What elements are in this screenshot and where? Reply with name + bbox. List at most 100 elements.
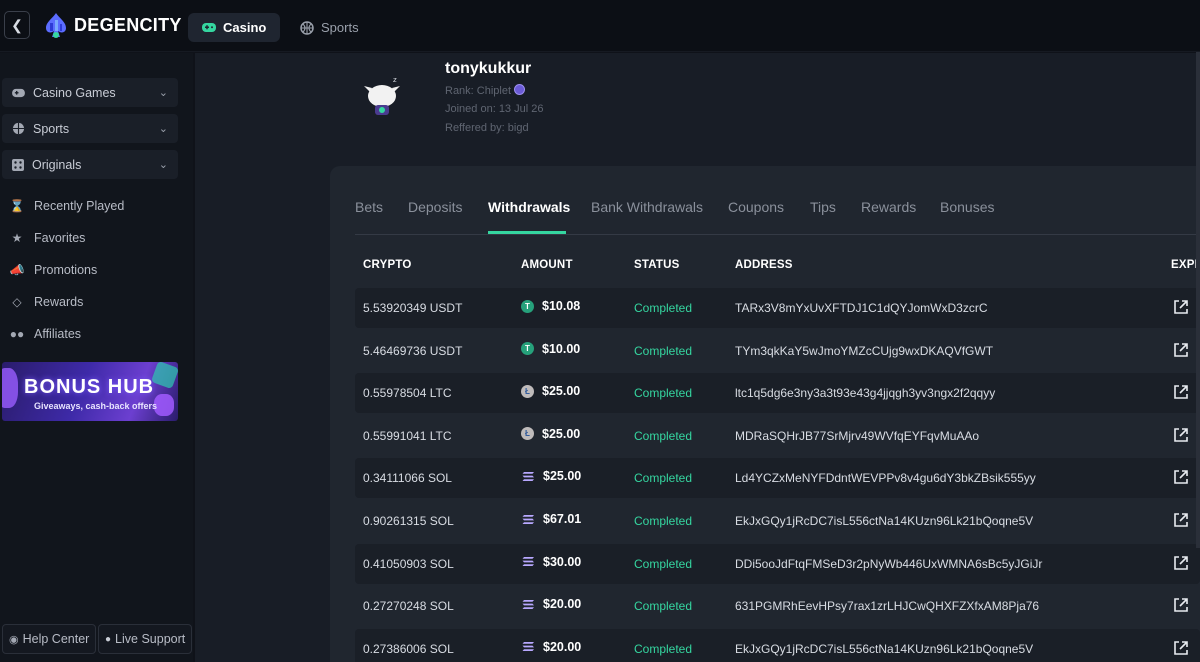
svg-text:z: z: [393, 76, 397, 84]
sol-coin-icon: [521, 640, 535, 653]
sidebar-item-recently-played[interactable]: ⌛ Recently Played: [10, 196, 125, 216]
tab-withdrawals[interactable]: Withdrawals: [488, 199, 570, 215]
status-badge: Completed: [634, 386, 693, 401]
usd-amount-text: $30.00: [543, 554, 582, 569]
status-badge: Completed: [634, 514, 693, 528]
table-row: 0.55991041 LTC Ł $25.00 Completed MDRaSQHrJB…: [355, 416, 1200, 456]
crypto-amount-cell: 0.34111066 SOL: [363, 471, 452, 486]
tab-coupons[interactable]: Coupons: [728, 199, 784, 215]
usd-amount-text: $25.00: [542, 384, 581, 399]
external-link-icon[interactable]: [1173, 597, 1189, 613]
crypto-amount-cell: 0.41050903 SOL: [363, 556, 454, 571]
status-dot-icon: ●: [105, 633, 112, 645]
profile-rank: Rank: Chiplet: [445, 84, 526, 97]
top-bar: ❮ DEGENCITY Casino Sports: [0, 0, 1200, 52]
nav-tab-sports[interactable]: Sports: [286, 13, 373, 42]
sidebar-group-originals[interactable]: Originals ⌄: [2, 150, 178, 179]
external-link-icon[interactable]: [1173, 342, 1189, 358]
banner-title: BONUS HUB: [24, 376, 155, 398]
status-badge: Completed: [634, 343, 693, 358]
live-support-button[interactable]: ● Live Support: [98, 624, 193, 654]
table-row: 0.41050903 SOL $30.00 Completed DDi5ooJdFtq…: [355, 543, 1200, 584]
dice-icon: [12, 158, 24, 171]
wallet-address-cell: Ld4YCZxMeNYFDdntWEVPPv8v4gu6dY3bkZBsik55…: [735, 471, 1036, 486]
usd-amount-text: $20.00: [543, 597, 582, 612]
sidebar-item-favorites[interactable]: ★ Favorites: [10, 228, 86, 248]
usd-amount-cell: $25.00: [521, 469, 581, 483]
external-link-icon[interactable]: [1173, 640, 1189, 656]
table-row: 0.27386006 SOL $20.00 Completed EkJxGQy1jRc…: [355, 628, 1200, 662]
sidebar-item-promotions[interactable]: 📣 Promotions: [10, 260, 98, 280]
tab-bank-withdrawals[interactable]: Bank Withdrawals: [591, 199, 703, 215]
sol-coin-icon: [521, 598, 535, 611]
gamepad-icon: [12, 88, 25, 97]
usd-amount-cell: $20.00: [521, 640, 581, 654]
tab-tips[interactable]: Tips: [810, 199, 836, 215]
nav-tab-label: Casino: [223, 20, 267, 35]
tab-bets[interactable]: Bets: [355, 199, 383, 215]
chat-icon: ◉: [9, 633, 19, 646]
sidebar: Casino Games ⌄ Sports ⌄ Originals ⌄ ⌛ Re…: [0, 53, 193, 662]
rank-text: Rank: Chiplet: [445, 85, 512, 97]
usd-amount-cell: Ł $25.00: [521, 427, 580, 441]
usdt-coin-icon: T: [521, 342, 534, 356]
crypto-amount-cell: 0.27386006 SOL: [363, 641, 454, 656]
sidebar-item-rewards[interactable]: ◇ Rewards: [10, 292, 83, 312]
sidebar-group-label: Sports: [33, 121, 70, 136]
sidebar-group-sports[interactable]: Sports ⌄: [2, 114, 178, 143]
tab-rewards[interactable]: Rewards: [861, 199, 916, 215]
column-header-status: STATUS: [634, 259, 680, 271]
sol-coin-icon: [521, 470, 535, 483]
status-badge: Completed: [634, 599, 693, 614]
banner-decoration: [2, 368, 18, 408]
profile-referred: Reffered by: bigd: [445, 122, 529, 134]
ball-icon: [300, 20, 314, 35]
table-row: 0.27270248 SOL $20.00 Completed 631PGMRhEev…: [355, 586, 1200, 626]
column-header-amount: AMOUNT: [521, 259, 573, 271]
brand-logo[interactable]: DEGENCITY: [44, 10, 182, 40]
scrollbar-track[interactable]: [1196, 52, 1200, 548]
table-row: 5.46469736 USDT T $10.00 Completed TYm3qkKaY…: [355, 331, 1200, 371]
gamepad-icon: [202, 23, 216, 32]
external-link-icon[interactable]: [1173, 299, 1189, 315]
wallet-address-cell: MDRaSQHrJB77SrMjrv49WVfqEYFqvMuAAo: [735, 428, 980, 443]
crypto-amount-cell: 0.55991041 LTC: [363, 428, 452, 443]
column-header-address: ADDRESS: [735, 259, 793, 271]
wallet-address-cell: EkJxGQy1jRcDC7isL556ctNa14KUzn96Lk21bQoq…: [735, 641, 1034, 656]
sidebar-group-casino-games[interactable]: Casino Games ⌄: [2, 78, 178, 107]
ltc-coin-icon: Ł: [521, 384, 534, 398]
bonus-hub-banner[interactable]: BONUS HUB Giveaways, cash-back offers: [2, 362, 178, 421]
wallet-address-cell: DDi5ooJdFtqFMSeD3r2pNyWb446UxWMNA6sBc5yJ…: [735, 556, 1043, 571]
usd-amount-cell: $20.00: [521, 597, 581, 611]
profile-joined: Joined on: 13 Jul 26: [445, 103, 544, 115]
sidebar-item-label: Rewards: [34, 295, 84, 309]
nav-tab-casino[interactable]: Casino: [188, 13, 281, 42]
status-badge: Completed: [634, 471, 693, 486]
back-button[interactable]: ❮: [4, 11, 30, 39]
external-link-icon[interactable]: [1173, 512, 1189, 528]
chevron-down-icon: ⌄: [158, 159, 168, 171]
star-icon: ★: [11, 231, 23, 245]
ball-icon: [12, 122, 25, 135]
tab-deposits[interactable]: Deposits: [408, 199, 462, 215]
status-badge: Completed: [634, 641, 693, 656]
sidebar-item-affiliates[interactable]: ●● Affiliates: [10, 324, 81, 344]
chevron-down-icon: ⌄: [158, 123, 168, 135]
help-center-button[interactable]: ◉ Help Center: [2, 624, 97, 654]
sol-coin-icon: [521, 513, 535, 526]
sidebar-item-label: Favorites: [34, 231, 86, 245]
usd-amount-cell: T $10.00: [521, 342, 580, 356]
wallet-address-cell: 631PGMRhEevHPsy7rax1zrLHJCwQHXFZXfxAM8Pj…: [735, 599, 1040, 614]
table-row: 0.90261315 SOL $67.01 Completed EkJxGQy1jRc…: [355, 501, 1200, 541]
diamond-icon: ◇: [12, 295, 22, 309]
external-link-icon[interactable]: [1173, 469, 1189, 485]
external-link-icon[interactable]: [1173, 427, 1189, 443]
usd-amount-text: $25.00: [543, 469, 582, 484]
tab-bonuses[interactable]: Bonuses: [940, 199, 994, 215]
crypto-amount-cell: 5.46469736 USDT: [363, 343, 463, 358]
external-link-icon[interactable]: [1173, 555, 1189, 571]
usdt-coin-icon: T: [521, 299, 534, 313]
usd-amount-cell: $30.00: [521, 555, 581, 569]
external-link-icon[interactable]: [1173, 384, 1189, 400]
brand-name: DEGENCITY: [74, 14, 182, 35]
